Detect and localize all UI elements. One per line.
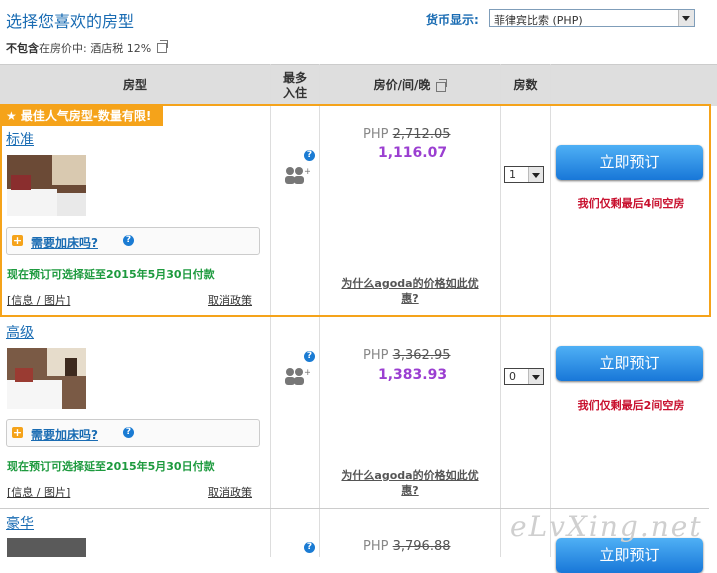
currency-code: PHP [363,127,389,142]
popup-icon[interactable] [157,40,169,53]
page-header: 选择您喜欢的房型 不包含在房价中: 酒店税 12% 货币显示: 菲律宾比索 (P… [0,0,717,64]
currency-code: PHP [363,348,389,363]
svg-text:+: + [304,368,310,378]
room-quantity-select[interactable]: 1 [504,166,544,183]
pay-later-note: 现在预订可选择延至2015年5月30日付款 [7,460,215,473]
page-title: 选择您喜欢的房型 [6,12,135,31]
currency-value: 菲律宾比索 (PHP) [494,14,583,27]
row-separator [0,508,709,509]
original-price: PHP 3,796.88 [363,539,451,554]
extra-bed-box[interactable]: + 需要加床吗? ? [6,227,260,255]
currency-code: PHP [363,539,389,554]
popup-icon[interactable] [436,78,448,92]
strikethrough-price: 3,796.88 [392,539,451,554]
chevron-down-icon[interactable] [528,369,543,384]
room-photo[interactable] [7,538,86,557]
currency-label: 货币显示: [426,13,479,27]
extra-bed-link[interactable]: 需要加床吗? [31,234,98,251]
room-name-link[interactable]: 高级 [6,322,34,342]
cancel-policy-link[interactable]: 取消政策 [208,484,252,500]
col-room-type: 房型 [122,78,147,92]
room-photo[interactable] [7,155,86,216]
watermark: eLvXing.net [510,510,703,543]
col-price: 房价/间/晚 [320,65,500,106]
svg-text:+: + [304,167,310,177]
room-quantity-value: 0 [509,370,516,383]
original-price: PHP 2,712.05 [363,127,451,142]
help-icon[interactable]: ? [304,351,315,362]
info-photos-link[interactable]: [信息 / 图片] [7,484,70,500]
why-cheap-link[interactable]: 为什么agoda的价格如此优惠? [340,276,480,306]
pay-later-note: 现在预订可选择延至2015年5月30日付款 [7,268,215,281]
original-price: PHP 3,362.95 [363,348,451,363]
extra-bed-box[interactable]: + 需要加床吗? ? [6,419,260,447]
tax-note-label: 不包含 [6,42,39,55]
two-guests-icon: + [285,167,310,184]
help-icon[interactable]: ? [304,542,315,553]
discounted-price: 1,383.93 [378,367,448,383]
help-icon[interactable]: ? [304,150,315,161]
book-now-button[interactable]: 立即预订 [556,145,703,180]
col-max-guests: 最多 入住 [271,65,319,106]
strikethrough-price: 3,362.95 [392,348,451,363]
rooms-left-alert: 我们仅剩最后2间空房 [577,399,685,412]
room-photo[interactable] [7,348,86,409]
chevron-down-icon[interactable] [678,10,694,26]
book-now-button[interactable]: 立即预订 [556,538,703,573]
col-max-guests-line2: 入住 [282,85,307,100]
tax-note-text: 在房价中: 酒店税 12% [39,42,152,55]
rooms-left-alert: 我们仅剩最后4间空房 [577,197,685,210]
info-photos-link[interactable]: [信息 / 图片] [7,292,70,308]
col-price-label: 房价/间/晚 [373,78,431,92]
col-rooms: 房数 [513,78,538,92]
plus-icon: + [12,234,23,247]
table-header: 房型 最多 入住 房价/间/晚 房数 [0,64,717,106]
room-quantity-value: 1 [509,168,516,181]
room-name-link[interactable]: 豪华 [6,513,34,533]
room-name-link[interactable]: 标准 [6,129,34,149]
popular-badge: ★ 最佳人气房型-数量有限! [2,106,164,126]
cancel-policy-link[interactable]: 取消政策 [208,292,252,308]
extra-bed-link[interactable]: 需要加床吗? [31,426,98,443]
plus-icon: + [12,426,23,439]
currency-select[interactable]: 菲律宾比索 (PHP) [489,9,695,27]
room-quantity-select[interactable]: 0 [504,368,544,385]
strikethrough-price: 2,712.05 [392,127,451,142]
book-now-button[interactable]: 立即预订 [556,346,703,381]
two-guests-icon: + [285,368,310,385]
why-cheap-link[interactable]: 为什么agoda的价格如此优惠? [340,468,480,498]
help-icon[interactable]: ? [123,427,134,438]
discounted-price: 1,116.07 [378,145,448,161]
help-icon[interactable]: ? [123,235,134,246]
tax-note: 不包含在房价中: 酒店税 12% [6,40,169,56]
chevron-down-icon[interactable] [528,167,543,182]
col-max-guests-line1: 最多 [282,70,307,85]
